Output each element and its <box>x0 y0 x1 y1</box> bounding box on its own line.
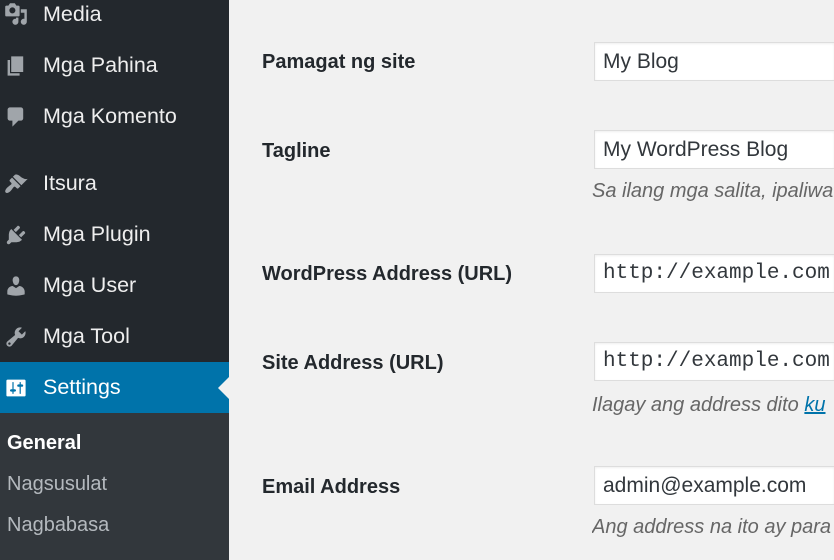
email-address-label: Email Address <box>262 476 401 498</box>
plugins-icon <box>4 223 28 247</box>
submenu-item-reading[interactable]: Nagbabasa <box>0 505 229 546</box>
sidebar-item-label: Media <box>43 1 102 26</box>
submenu-item-writing[interactable]: Nagsusulat <box>0 464 229 505</box>
comments-icon <box>4 105 28 129</box>
sidebar-item-media[interactable]: Media <box>0 0 229 40</box>
sidebar-item-plugins[interactable]: Mga Plugin <box>0 209 229 260</box>
sidebar-item-settings[interactable]: Settings <box>0 362 229 413</box>
sidebar-item-label: Mga Pahina <box>43 53 158 77</box>
sidebar-item-label: Mga Plugin <box>43 222 151 246</box>
tagline-input[interactable] <box>594 130 834 169</box>
submenu-item-general[interactable]: General <box>0 423 229 464</box>
tagline-description: Sa ilang mga salita, ipaliwa <box>592 180 834 202</box>
site-title-input[interactable] <box>594 42 834 81</box>
sidebar-item-pages[interactable]: Mga Pahina <box>0 40 229 91</box>
general-settings-form: Pamagat ng site Tagline Sa ilang mga sal… <box>229 0 834 560</box>
wordpress-address-label: WordPress Address (URL) <box>262 263 513 285</box>
sidebar-item-label: Itsura <box>43 171 97 195</box>
settings-icon <box>4 376 28 400</box>
email-address-input[interactable] <box>594 466 834 505</box>
wordpress-address-input[interactable] <box>594 254 834 293</box>
users-icon <box>4 274 28 298</box>
tools-icon <box>4 325 28 349</box>
sidebar-item-tools[interactable]: Mga Tool <box>0 311 229 362</box>
current-menu-arrow <box>218 376 229 399</box>
site-address-description: Ilagay ang address dito ku <box>592 393 834 417</box>
settings-submenu: General Nagsusulat Nagbabasa <box>0 413 229 560</box>
admin-sidebar: Media Mga Pahina Mga Komento Itsura Mga … <box>0 0 229 560</box>
site-address-description-text: Ilagay ang address dito <box>592 394 799 416</box>
sidebar-item-label: Mga User <box>43 273 137 297</box>
site-address-label: Site Address (URL) <box>262 352 444 374</box>
media-icon <box>4 2 28 26</box>
menu-separator <box>0 142 229 158</box>
sidebar-item-label: Settings <box>43 375 121 399</box>
pages-icon <box>4 54 28 78</box>
site-address-input[interactable] <box>594 342 834 381</box>
sidebar-item-label: Mga Komento <box>43 104 177 128</box>
sidebar-item-users[interactable]: Mga User <box>0 260 229 311</box>
sidebar-item-appearance[interactable]: Itsura <box>0 158 229 209</box>
email-address-description: Ang address na ito ay para <box>592 516 832 538</box>
appearance-icon <box>4 172 28 196</box>
sidebar-item-label: Mga Tool <box>43 324 130 348</box>
site-title-label: Pamagat ng site <box>262 51 416 73</box>
site-address-help-link[interactable]: ku <box>804 394 825 416</box>
sidebar-item-comments[interactable]: Mga Komento <box>0 91 229 142</box>
tagline-label: Tagline <box>262 140 331 162</box>
